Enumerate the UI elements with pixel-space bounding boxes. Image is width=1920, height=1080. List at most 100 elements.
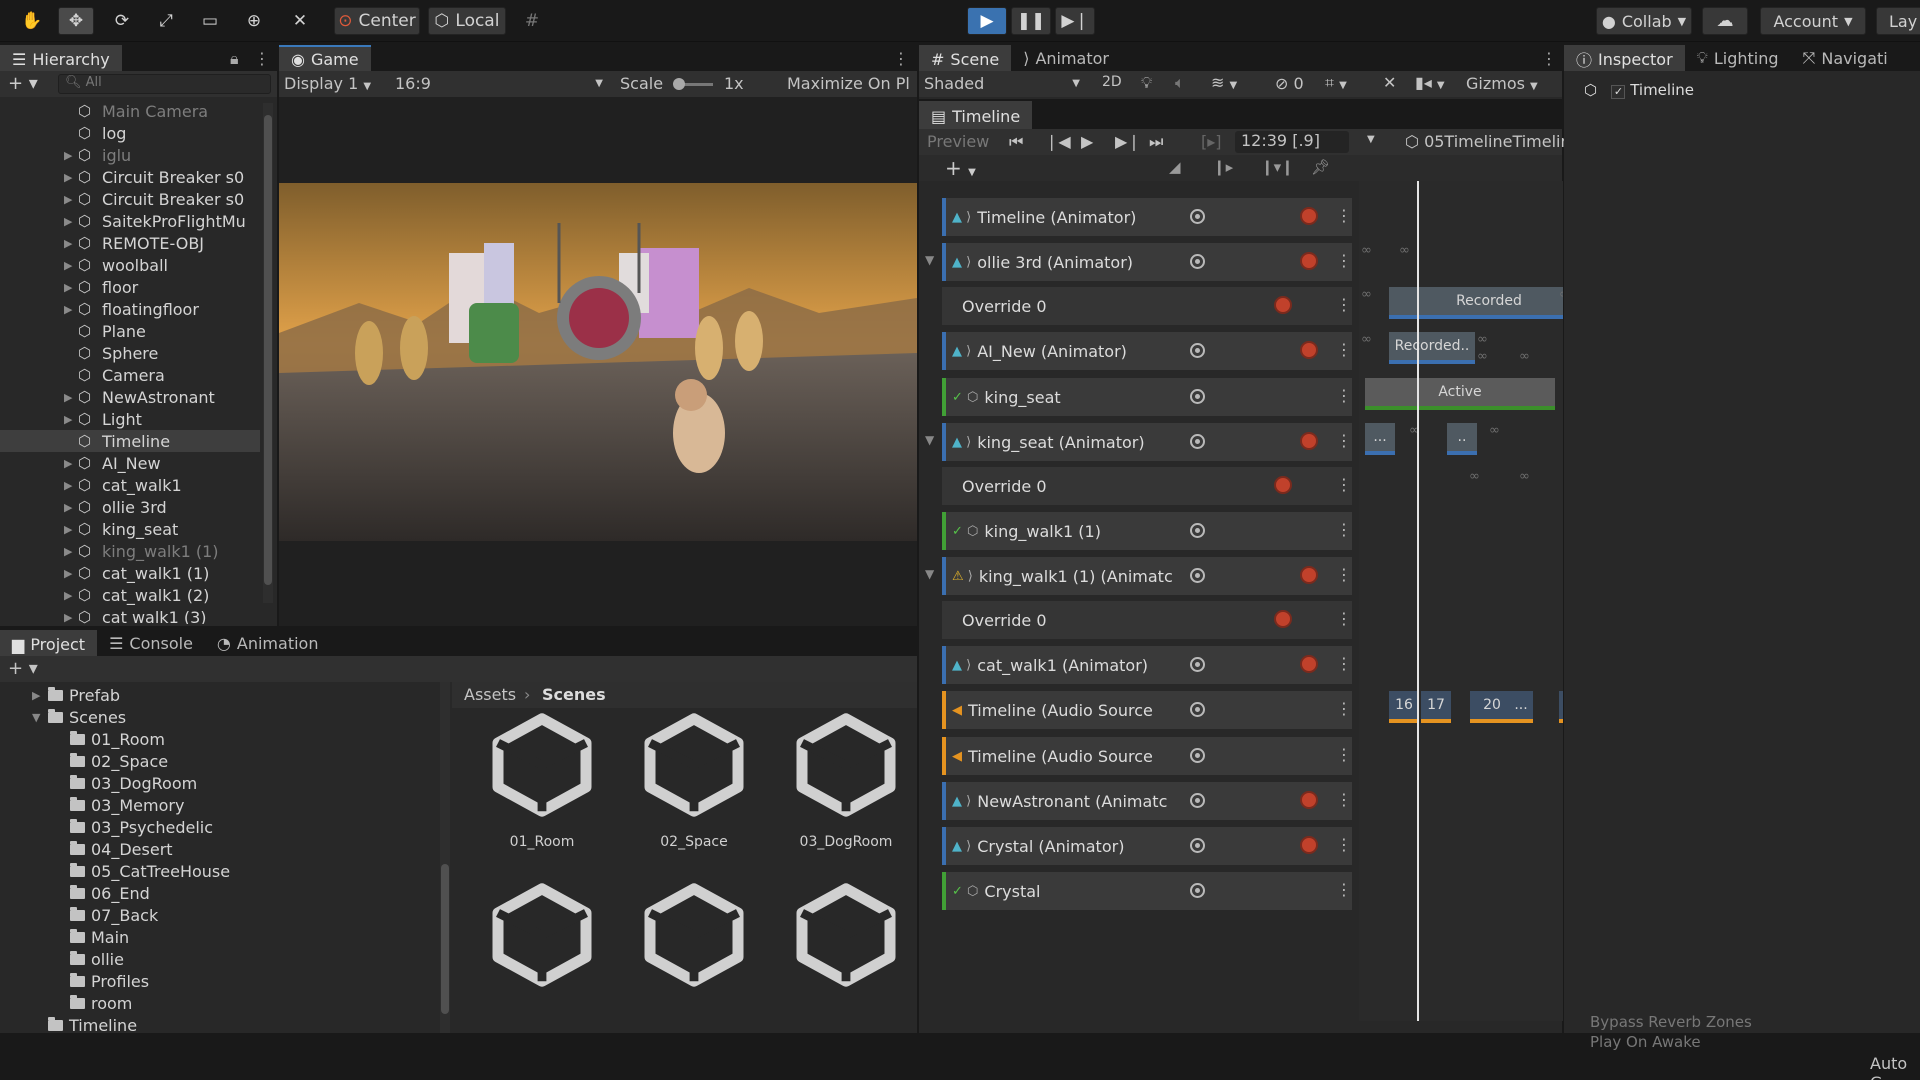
account-dropdown[interactable]: Account ▼ [1760, 7, 1866, 35]
object-picker-icon[interactable] [1190, 793, 1205, 808]
audio-clip[interactable]: ... [1509, 691, 1533, 723]
record-button[interactable] [1300, 207, 1318, 225]
go-to-end-icon[interactable]: ⏭ [1149, 132, 1163, 152]
object-picker-icon[interactable] [1190, 254, 1205, 269]
active-checkbox[interactable]: ✓ [1611, 85, 1626, 99]
chevron-right-icon[interactable]: ▶ [64, 237, 78, 250]
tools-icon[interactable]: ✕ [1383, 73, 1396, 92]
active-clip[interactable]: Active [1365, 378, 1555, 410]
timeline-track[interactable]: ⚠ ⟩ king_walk1 (1) (Animatc ⋮ [942, 557, 1352, 595]
project-folder[interactable]: 03_DogRoom [54, 772, 197, 794]
scene-asset[interactable]: 02_Space [634, 710, 754, 860]
hierarchy-item[interactable]: ▶ ⬡ Circuit Breaker s0 [0, 188, 260, 210]
step-button[interactable]: ▶❘ [1055, 7, 1095, 35]
pause-button[interactable]: ❚❚ [1011, 7, 1051, 35]
add-object-button[interactable]: + ▾ [8, 73, 38, 94]
transform-tool-icon[interactable]: ⊕ [236, 7, 272, 35]
timeline-track[interactable]: ▲ ⟩ cat_walk1 (Animator) ⋮ [942, 646, 1352, 684]
recorded-clip[interactable]: Recorded [1389, 287, 1563, 319]
tab-animator[interactable]: ⟩ Animator [1011, 45, 1121, 71]
chevron-icon[interactable]: ▼ [32, 711, 48, 724]
project-folder[interactable]: ▼ Scenes [32, 706, 126, 728]
chevron-right-icon[interactable]: ▶ [64, 149, 78, 162]
track-menu-icon[interactable]: ⋮ [1336, 609, 1352, 628]
layers-dropdown[interactable]: Lay [1876, 7, 1920, 35]
track-menu-icon[interactable]: ⋮ [1336, 431, 1352, 450]
chevron-right-icon[interactable]: ▶ [64, 523, 78, 536]
hierarchy-item[interactable]: ▶ ⬡ floatingfloor [0, 298, 260, 320]
audio-clip[interactable]: 16 [1389, 691, 1419, 723]
timeline-track[interactable]: ◀ Timeline (Audio Source ⋮ [942, 691, 1352, 729]
tab-navigation[interactable]: ⤧ Navigati [1791, 45, 1900, 71]
scene-asset[interactable] [634, 880, 754, 1030]
recorded-clip[interactable]: .. [1447, 423, 1477, 455]
go-to-start-icon[interactable]: ⏮ [1009, 132, 1023, 152]
track-menu-icon[interactable]: ⋮ [1336, 790, 1352, 809]
project-folder[interactable]: ▶ Prefab [32, 684, 120, 706]
track-collapse-icon[interactable]: ▼ [925, 433, 934, 447]
hierarchy-item[interactable]: ⬡ Main Camera [0, 100, 260, 122]
scale-slider[interactable] [673, 78, 713, 90]
hierarchy-item[interactable]: ⬡ log [0, 122, 260, 144]
cloud-button[interactable]: ☁ [1702, 7, 1748, 35]
collab-button[interactable]: ● Collab ▼ [1596, 7, 1692, 35]
timeline-play-icon[interactable]: ▶ [1081, 132, 1093, 151]
track-menu-icon[interactable]: ⋮ [1336, 251, 1352, 270]
time-format-dropdown[interactable]: ▼ [1367, 134, 1375, 145]
record-button[interactable] [1300, 432, 1318, 450]
timeline-track[interactable]: ✓ ⬡ king_walk1 (1) ⋮ [942, 512, 1352, 550]
tab-timeline[interactable]: ▤ Timeline [919, 101, 1033, 129]
chevron-right-icon[interactable]: ▶ [64, 413, 78, 426]
hand-tool-icon[interactable]: ✋ [12, 7, 52, 35]
hierarchy-search-input[interactable]: 🔍︎ All [58, 74, 271, 94]
create-asset-button[interactable]: + ▾ [8, 658, 38, 679]
object-picker-icon[interactable] [1190, 568, 1205, 583]
chevron-icon[interactable]: ▶ [32, 689, 48, 702]
snap-icon[interactable]: ❙▸ [1213, 158, 1233, 176]
track-menu-icon[interactable]: ⋮ [1336, 835, 1352, 854]
hierarchy-item[interactable]: ▶ ⬡ cat_walk1 (2) [0, 584, 260, 606]
record-button[interactable] [1274, 296, 1292, 314]
timeline-track[interactable]: ✓ ⬡ Crystal ⋮ [942, 872, 1352, 910]
hierarchy-item[interactable]: ▶ ⬡ cat_walk1 [0, 474, 260, 496]
audio-clip[interactable]: 17 [1421, 691, 1451, 723]
scene-asset[interactable] [786, 880, 906, 1030]
tab-project[interactable]: ▆ Project [0, 630, 98, 656]
chevron-right-icon[interactable]: ▶ [64, 479, 78, 492]
gizmos-dropdown[interactable]: Gizmos ▼ [1466, 74, 1538, 93]
next-frame-icon[interactable]: ▶❘ [1115, 132, 1141, 151]
project-folder[interactable]: 04_Desert [54, 838, 173, 860]
project-folder[interactable]: ollie [54, 948, 124, 970]
maximize-on-play-toggle[interactable]: Maximize On Pl [787, 74, 910, 93]
audio-clip[interactable]: 22 [1559, 691, 1563, 723]
range-toggle-icon[interactable]: [▸] [1201, 132, 1222, 151]
hierarchy-item[interactable]: ▶ ⬡ ollie 3rd [0, 496, 260, 518]
chevron-right-icon[interactable]: ▶ [64, 501, 78, 514]
chevron-right-icon[interactable]: ▶ [64, 457, 78, 470]
chevron-right-icon[interactable]: ▶ [64, 391, 78, 404]
record-button[interactable] [1300, 836, 1318, 854]
hierarchy-item[interactable]: ▶ ⬡ cat walk1 (3) [0, 606, 260, 625]
hidden-objects-toggle[interactable]: ⊘ 0 [1275, 74, 1304, 93]
scale-tool-icon[interactable]: ⤢ [148, 7, 184, 35]
chevron-right-icon[interactable]: ▶ [64, 589, 78, 602]
play-button[interactable]: ▶ [967, 7, 1007, 35]
chevron-right-icon[interactable]: ▶ [64, 259, 78, 272]
breadcrumb-scenes[interactable]: Scenes [542, 685, 606, 704]
project-folder[interactable]: 03_Memory [54, 794, 184, 816]
timeline-track[interactable]: ▲ ⟩ Timeline (Animator) ⋮ [942, 198, 1352, 236]
2d-mode-toggle[interactable]: 2D [1102, 74, 1122, 90]
grid-toggle-icon[interactable]: ⌗ ▼ [1325, 73, 1347, 93]
project-folder[interactable]: 03_Psychedelic [54, 816, 213, 838]
lighting-toggle-icon[interactable]: 💡︎ [1141, 73, 1152, 93]
timeline-time-field[interactable]: 12:39 [.9] [1235, 131, 1349, 153]
record-button[interactable] [1274, 610, 1292, 628]
chevron-right-icon[interactable]: ▶ [64, 193, 78, 206]
kebab-menu-icon[interactable]: ⋮ [893, 49, 909, 68]
chevron-right-icon[interactable]: ▶ [64, 545, 78, 558]
audio-clip[interactable]: 20 [1470, 691, 1514, 723]
object-picker-icon[interactable] [1190, 702, 1205, 717]
hierarchy-item[interactable]: ⬡ Sphere [0, 342, 260, 364]
rect-tool-icon[interactable]: ▭ [192, 7, 228, 35]
preview-toggle[interactable]: Preview [927, 132, 989, 151]
